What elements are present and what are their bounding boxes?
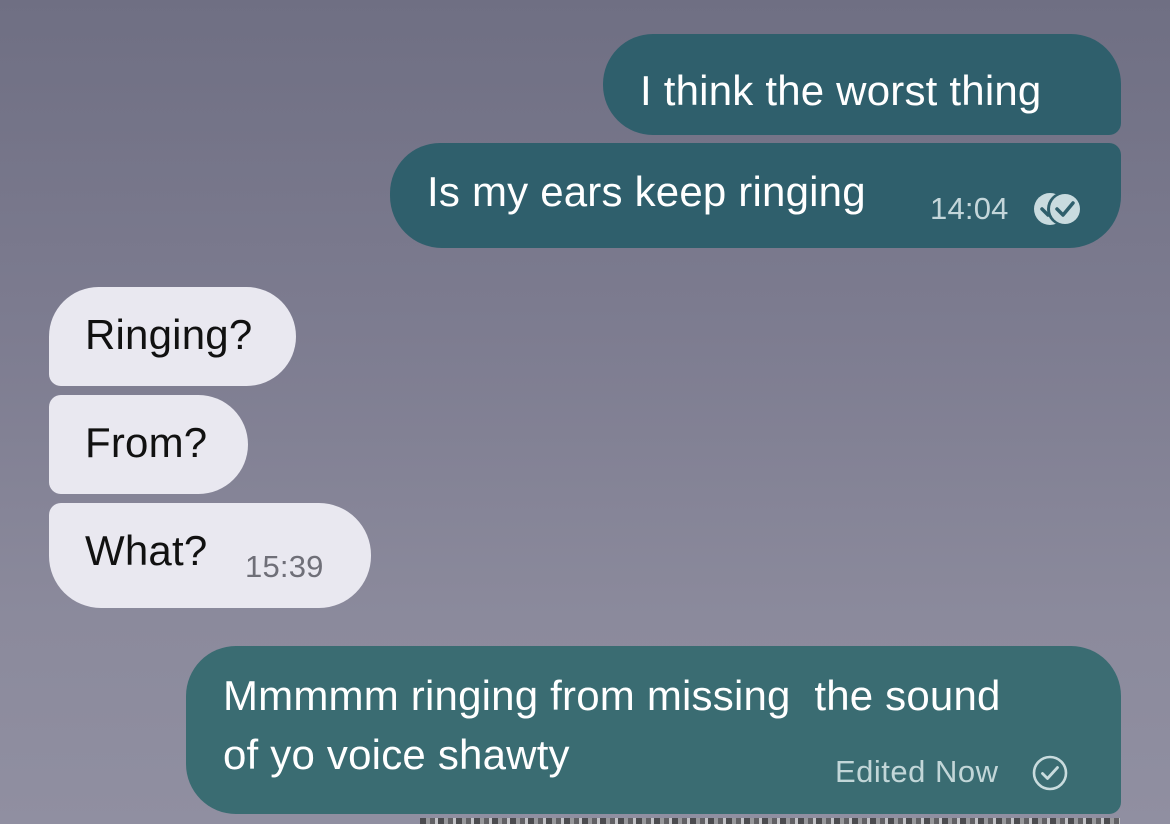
message-text: Is my ears keep ringing xyxy=(427,168,866,215)
message-text: From? xyxy=(85,419,208,466)
outgoing-message-bubble[interactable]: Mmmmm ringing from missing the sound of … xyxy=(186,646,1121,814)
message-text: What? xyxy=(85,527,208,574)
message-text-line: of yo voice shawty xyxy=(223,731,570,778)
message-text-line: Mmmmm ringing from missing the sound xyxy=(223,672,1001,719)
message-time: 15:39 xyxy=(245,549,324,584)
single-check-circle-icon xyxy=(1031,753,1069,791)
read-double-check-icon xyxy=(1030,189,1086,229)
message-text: I think the worst thing xyxy=(640,67,1042,114)
message-time: 14:04 xyxy=(930,191,1009,226)
chat-view: I think the worst thing Is my ears keep … xyxy=(0,0,1170,824)
outgoing-message-bubble[interactable]: I think the worst thing xyxy=(603,34,1121,135)
outgoing-message-bubble[interactable]: Is my ears keep ringing 14:04 xyxy=(390,143,1121,248)
message-text: Ringing? xyxy=(85,311,253,358)
media-thumbnail-edge xyxy=(420,818,1120,824)
incoming-message-bubble[interactable]: What? 15:39 xyxy=(49,503,371,608)
incoming-message-bubble[interactable]: Ringing? xyxy=(49,287,296,386)
incoming-message-bubble[interactable]: From? xyxy=(49,395,248,494)
edited-label: Edited Now xyxy=(835,754,999,789)
